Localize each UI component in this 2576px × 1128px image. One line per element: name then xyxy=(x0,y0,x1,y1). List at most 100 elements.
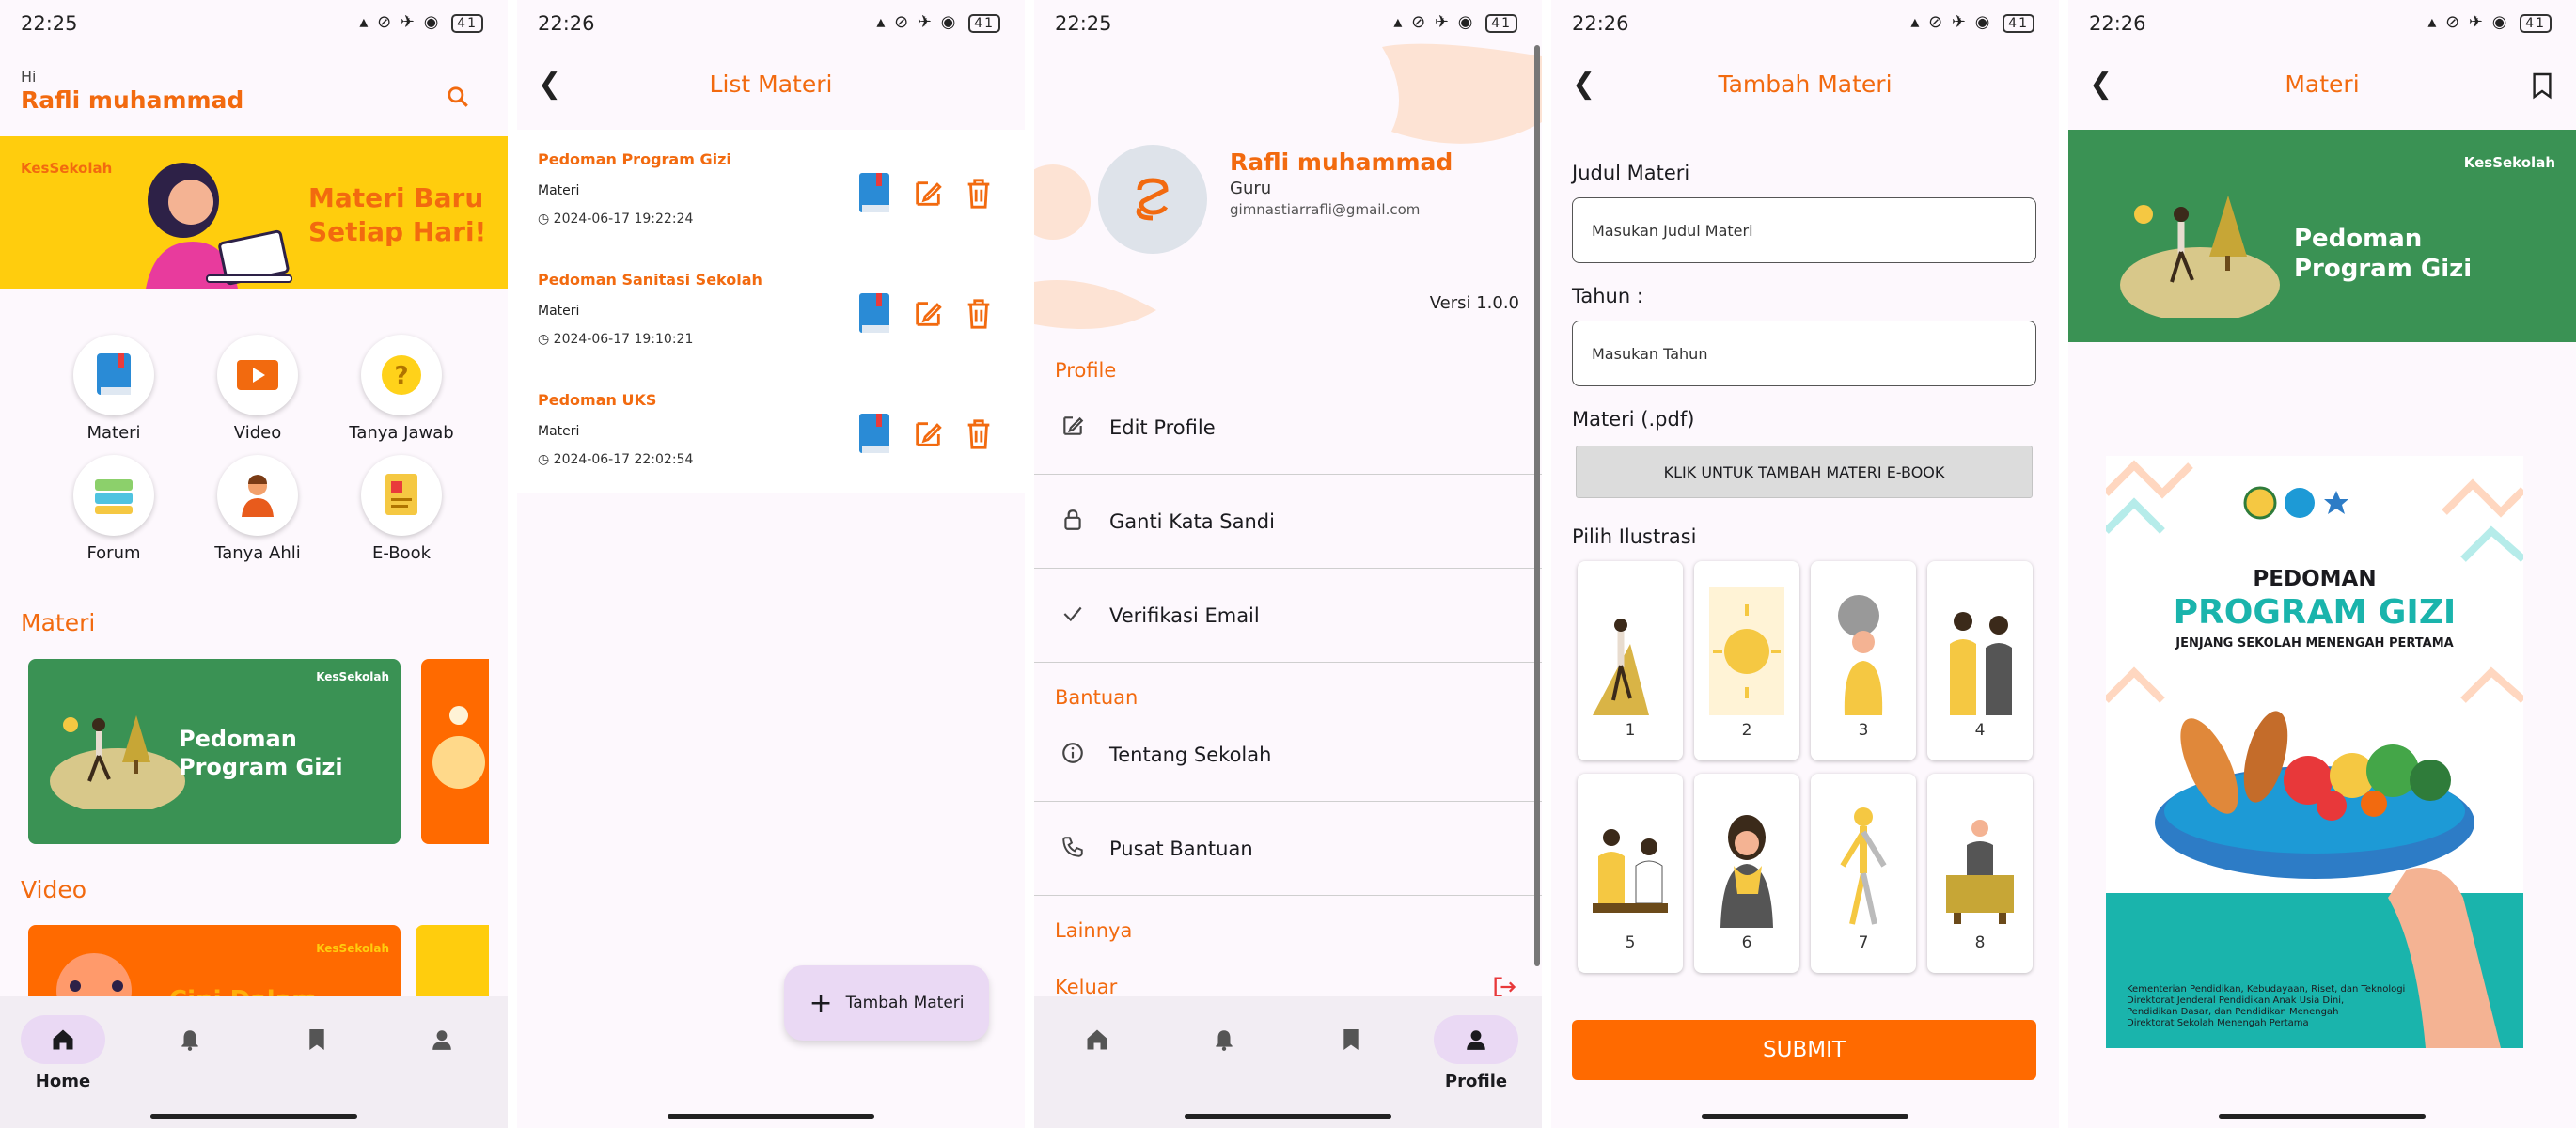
cover-title-2: PROGRAM GIZI xyxy=(2173,593,2457,632)
cover-pattern xyxy=(2106,460,2523,1048)
status-time: 22:26 xyxy=(538,12,595,35)
materi-card-next[interactable] xyxy=(421,659,489,844)
person-desk-illustration xyxy=(1946,820,2014,924)
person-icon xyxy=(1467,1030,1485,1050)
status-icons: ▴ ⊘ ✈ ◉ 41 xyxy=(1910,12,2034,33)
illustration-number: 3 xyxy=(1858,721,1869,740)
feature-forum[interactable]: Forum xyxy=(43,455,184,563)
judul-input[interactable]: Masukan Judul Materi xyxy=(1572,197,2036,263)
avatar[interactable] xyxy=(1098,145,1207,254)
menu-label: Ganti Kata Sandi xyxy=(1109,510,1275,533)
menu-about-school[interactable]: Tentang Sekolah xyxy=(1034,709,1542,802)
illustration-option-6[interactable]: 6 xyxy=(1694,774,1799,973)
item-date-text: 2024-06-17 22:02:54 xyxy=(553,452,694,467)
illustration-option-3[interactable]: 3 xyxy=(1811,561,1916,760)
page-title: Tambah Materi xyxy=(1718,70,1893,98)
list-item[interactable]: Pedoman UKS Materi ◷ 2024-06-17 22:02:54 xyxy=(538,391,1008,511)
section-other: Lainnya xyxy=(1055,919,1133,942)
list-item[interactable]: Pedoman Program Gizi Materi ◷ 2024-06-17… xyxy=(538,150,1008,271)
nav-notifications[interactable] xyxy=(1182,1015,1266,1064)
feature-tanya-jawab[interactable]: ? Tanya Jawab xyxy=(331,335,472,443)
add-materi-fab[interactable]: + Tambah Materi xyxy=(784,965,989,1041)
sun-illustration xyxy=(432,706,485,789)
question-icon: ? xyxy=(361,335,442,415)
nav-notifications[interactable] xyxy=(148,1015,232,1064)
people-table-illustration xyxy=(1593,829,1668,913)
bookmark-icon[interactable] xyxy=(2531,71,2553,103)
people-talking-illustration xyxy=(1950,612,2012,715)
profile-role: Guru xyxy=(1230,179,1272,198)
phone-icon xyxy=(1060,835,1085,864)
bottom-nav: Home xyxy=(0,996,508,1128)
materi-card[interactable]: KesSekolah Pedoman Program Gizi xyxy=(28,659,401,844)
feature-materi[interactable]: Materi xyxy=(43,335,184,443)
edit-icon[interactable] xyxy=(912,418,944,450)
illustration-option-7[interactable]: 7 xyxy=(1811,774,1916,973)
illustration-option-1[interactable]: 1 xyxy=(1578,561,1683,760)
item-title: Pedoman UKS xyxy=(538,391,657,409)
pdf-label: Materi (.pdf) xyxy=(1572,408,1695,431)
nav-profile[interactable] xyxy=(400,1015,484,1064)
star-logo xyxy=(2324,491,2348,514)
illustration-option-4[interactable]: 4 xyxy=(1927,561,2033,760)
nav-bookmarks[interactable] xyxy=(275,1015,359,1064)
list-materi-screen: 22:26 ▴ ⊘ ✈ ◉ 41 ❮ List Materi Pedoman P… xyxy=(517,0,1025,1128)
trash-icon[interactable] xyxy=(965,178,993,210)
bookmark-icon xyxy=(1343,1029,1359,1050)
nav-profile[interactable] xyxy=(1434,1015,1518,1064)
item-date-text: 2024-06-17 19:22:24 xyxy=(553,212,694,227)
cover-footer: Kementerian Pendidikan, Kebudayaan, Rise… xyxy=(2127,984,2406,1028)
menu-change-password[interactable]: Ganti Kata Sandi xyxy=(1034,476,1542,569)
clock-icon: ◷ xyxy=(538,452,550,467)
clock-icon: ◷ xyxy=(538,332,550,347)
logout-button[interactable]: Keluar xyxy=(1055,976,1117,998)
status-icons: ▴ ⊘ ✈ ◉ 41 xyxy=(2427,12,2552,33)
trash-icon[interactable] xyxy=(965,298,993,330)
scrollbar[interactable] xyxy=(1534,45,1540,966)
submit-button[interactable]: SUBMIT xyxy=(1572,1020,2036,1080)
woman-scarf-illustration xyxy=(1720,815,1773,928)
upload-pdf-button[interactable]: KLIK UNTUK TAMBAH MATERI E-BOOK xyxy=(1576,446,2033,498)
feature-label: E-Book xyxy=(371,543,432,563)
lock-icon xyxy=(1060,508,1085,537)
banner-headline: Materi Baru Setiap Hari! xyxy=(308,181,486,249)
banner-line-2: Setiap Hari! xyxy=(308,216,487,247)
fab-label: Tambah Materi xyxy=(845,994,965,1012)
feature-video[interactable]: Video xyxy=(187,335,328,443)
nav-home[interactable] xyxy=(21,1015,105,1064)
video-card[interactable]: KesSekolah Cipi Dalam xyxy=(28,925,401,1000)
feature-ebook[interactable]: E-Book xyxy=(331,455,472,563)
video-card-next[interactable] xyxy=(416,925,489,1000)
card-brand: KesSekolah xyxy=(316,942,389,955)
illustration-option-5[interactable]: 5 xyxy=(1578,774,1683,973)
search-icon[interactable] xyxy=(446,85,470,113)
illustration-option-2[interactable]: 2 xyxy=(1694,561,1799,760)
hero-banner[interactable]: KesSekolah Materi Baru Setiap Hari! xyxy=(0,136,508,289)
list-item[interactable]: Pedoman Sanitasi Sekolah Materi ◷ 2024-0… xyxy=(538,271,1008,391)
menu-verify-email[interactable]: Verifikasi Email xyxy=(1034,570,1542,663)
clock-icon: ◷ xyxy=(538,212,550,227)
feature-tanya-ahli[interactable]: Tanya Ahli xyxy=(187,455,328,563)
book-icon xyxy=(859,173,889,212)
section-help: Bantuan xyxy=(1055,686,1139,709)
nav-home[interactable] xyxy=(1055,1015,1139,1064)
illustration-option-8[interactable]: 8 xyxy=(1927,774,2033,973)
judul-placeholder: Masukan Judul Materi xyxy=(1592,221,1753,240)
nav-bookmarks[interactable] xyxy=(1309,1015,1393,1064)
feature-label: Materi xyxy=(86,423,141,443)
person-icon xyxy=(432,1030,451,1050)
username: Rafli muhammad xyxy=(21,86,244,114)
book-icon xyxy=(73,335,154,415)
tahun-input[interactable]: Masukan Tahun xyxy=(1572,321,2036,386)
trash-icon[interactable] xyxy=(965,418,993,450)
ebook-cover[interactable]: PEDOMAN PROGRAM GIZI JENJANG SEKOLAH MEN… xyxy=(2106,456,2523,1048)
menu-label: Verifikasi Email xyxy=(1109,604,1260,627)
menu-help-center[interactable]: Pusat Bantuan xyxy=(1034,803,1542,896)
edit-icon[interactable] xyxy=(912,298,944,330)
greeting: Hi xyxy=(21,68,37,86)
menu-edit-profile[interactable]: Edit Profile xyxy=(1034,382,1542,475)
status-icons: ▴ ⊘ ✈ ◉ 41 xyxy=(876,12,1000,33)
edit-icon[interactable] xyxy=(912,178,944,210)
check-icon xyxy=(1060,602,1085,631)
ebook-icon xyxy=(361,455,442,536)
